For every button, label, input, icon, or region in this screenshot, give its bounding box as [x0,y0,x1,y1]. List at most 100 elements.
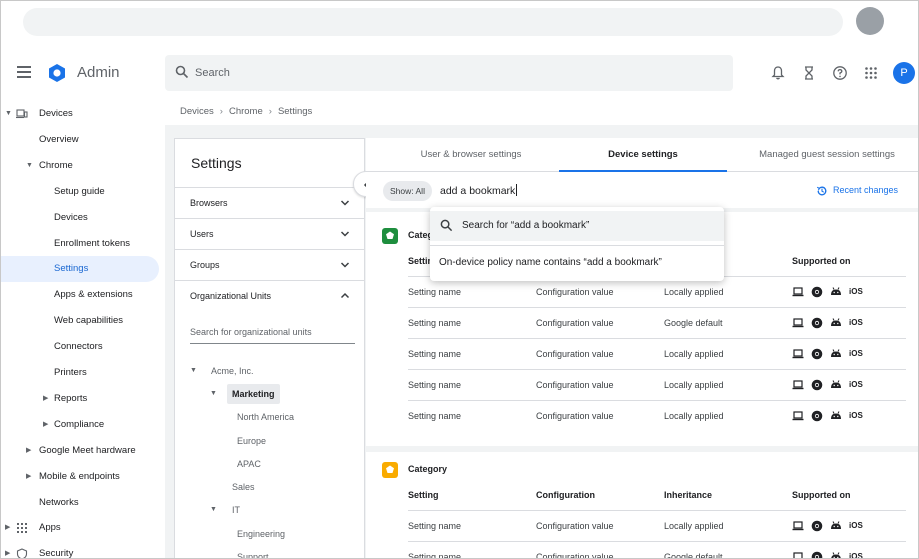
ou-tree-item[interactable]: Sales [232,477,255,497]
accordion-label: Organizational Units [190,291,272,301]
cell-setting: Setting name [408,380,462,390]
tab-managed-guest-session-settings[interactable]: Managed guest session settings [746,138,908,172]
nav-devices[interactable]: ▼ Devices [1,101,159,127]
expand-right-icon[interactable]: ▶ [43,395,48,403]
android-icon [831,380,841,388]
ou-tree-item[interactable]: Support [237,547,269,558]
nav-item-label: Enrollment tokens [54,237,131,249]
table-row[interactable]: Setting name Configuration value Google de… [408,307,906,338]
chrome-icon [811,410,823,422]
nav-settings[interactable]: Settings [1,256,159,283]
supported-platforms: iOS [792,410,863,422]
hourglass-icon[interactable] [801,65,817,81]
expand-right-icon[interactable]: ▶ [5,550,10,558]
nav-apps-extensions[interactable]: Apps & extensions [1,282,159,308]
table-row[interactable]: Setting name Configuration value Locally a… [408,400,906,431]
expand-down-icon[interactable]: ▼ [5,110,12,118]
ou-search-input[interactable] [190,320,355,344]
nav-reports[interactable]: ▶ Reports [1,386,159,412]
table-row[interactable]: Setting name Configuration value Locally a… [408,510,906,541]
device-settings-panel: User & browser settings Device settings … [366,138,918,558]
nav-printers[interactable]: Printers [1,360,159,386]
search-input[interactable] [195,63,695,83]
nav-chrome-devices[interactable]: Devices [1,205,159,231]
expand-right-icon[interactable]: ▶ [43,421,48,429]
cell-setting: Setting name [408,318,462,328]
ou-tree-item[interactable]: North America [237,407,294,427]
breadcrumb-chrome[interactable]: Chrome [229,106,263,117]
expand-down-icon[interactable]: ▼ [190,361,197,381]
ou-tree-item[interactable]: ▼ Acme, Inc. [190,361,254,381]
filter-show-all-chip[interactable]: Show: All [383,181,432,201]
recent-changes-link[interactable]: Recent changes [816,185,899,196]
accordion-browsers[interactable]: Browsers [175,187,364,218]
suggestion-label: On-device policy name contains “add a bo… [439,257,662,268]
tab-device-settings[interactable]: Device settings [559,138,727,172]
nav-overview[interactable]: Overview [1,127,159,153]
cell-inheritance: Google default [664,318,723,328]
cell-config: Configuration value [536,349,614,359]
nav-networks[interactable]: Networks [1,490,159,516]
bell-icon[interactable] [770,65,786,81]
nav-google-meet-hardware[interactable]: ▶ Google Meet hardware [1,438,159,464]
table-row[interactable]: Setting name Configuration value Locally a… [408,338,906,369]
accordion-label: Browsers [190,198,228,208]
cell-inheritance: Locally applied [664,349,724,359]
accordion-organizational-units[interactable]: Organizational Units [175,280,364,311]
nav-mobile-endpoints[interactable]: ▶ Mobile & endpoints [1,464,159,490]
help-icon[interactable] [832,65,848,81]
expand-right-icon[interactable]: ▶ [26,447,31,455]
ou-tree-item[interactable]: APAC [237,454,261,474]
ios-icon: iOS [849,521,863,530]
user-avatar[interactable]: P [893,62,915,84]
chrome-icon [811,551,823,558]
suggestion-policy-name-contains[interactable]: On-device policy name contains “add a bo… [430,248,724,278]
chevron-right-icon: › [268,106,272,117]
suggestion-search-for[interactable]: Search for “add a bookmark” [430,211,724,241]
section-divider [366,446,918,452]
browser-profile-avatar[interactable] [856,7,884,35]
accordion-users[interactable]: Users [175,218,364,249]
tab-user-browser-settings[interactable]: User & browser settings [386,138,556,172]
expand-right-icon[interactable]: ▶ [26,473,31,481]
nav-apps[interactable]: ▶ Apps [1,515,159,541]
ou-tree-item[interactable]: Europe [237,431,266,451]
nav-enrollment-tokens[interactable]: Enrollment tokens [1,231,159,257]
expand-right-icon[interactable]: ▶ [5,524,10,532]
recent-changes-label: Recent changes [833,185,899,195]
cell-inheritance: Locally applied [664,411,724,421]
apps-grid-icon[interactable] [863,65,879,81]
nav-compliance[interactable]: ▶ Compliance [1,412,159,438]
expand-down-icon[interactable]: ▼ [26,162,33,170]
ou-tree-item[interactable]: ▼ IT [210,500,240,520]
android-icon [831,349,841,357]
ou-tree-item[interactable]: Engineering [237,524,285,544]
global-search[interactable] [165,55,733,91]
expand-down-icon[interactable]: ▼ [210,500,217,520]
menu-icon[interactable] [17,66,31,78]
chrome-icon [811,286,823,298]
nav-security[interactable]: ▶ Security [1,541,159,558]
filter-query-input[interactable]: add a bookmark [440,184,518,197]
address-bar[interactable] [23,8,843,36]
ou-tree-item[interactable]: ▼ Marketing [210,384,280,404]
table-row[interactable]: Setting name Configuration value Google de… [408,541,906,558]
nav-item-label: Networks [39,496,79,508]
cell-setting: Setting name [408,521,462,531]
table-row[interactable]: Setting name Configuration value Locally a… [408,369,906,400]
chrome-icon [811,379,823,391]
expand-down-icon[interactable]: ▼ [210,384,217,404]
breadcrumb-devices[interactable]: Devices [180,106,214,117]
nav-connectors[interactable]: Connectors [1,334,159,360]
cell-setting: Setting name [408,349,462,359]
nav-web-capabilities[interactable]: Web capabilities [1,308,159,334]
nav-setup-guide[interactable]: Setup guide [1,179,159,205]
nav-item-label: Devices [39,108,73,119]
accordion-groups[interactable]: Groups [175,249,364,280]
category-badge-icon [382,462,398,478]
nav-item-label: Settings [54,263,89,275]
nav-chrome[interactable]: ▼ Chrome [1,153,159,179]
ou-tree-label: IT [232,505,240,515]
admin-logo-icon [49,64,65,82]
ios-icon: iOS [849,318,863,327]
